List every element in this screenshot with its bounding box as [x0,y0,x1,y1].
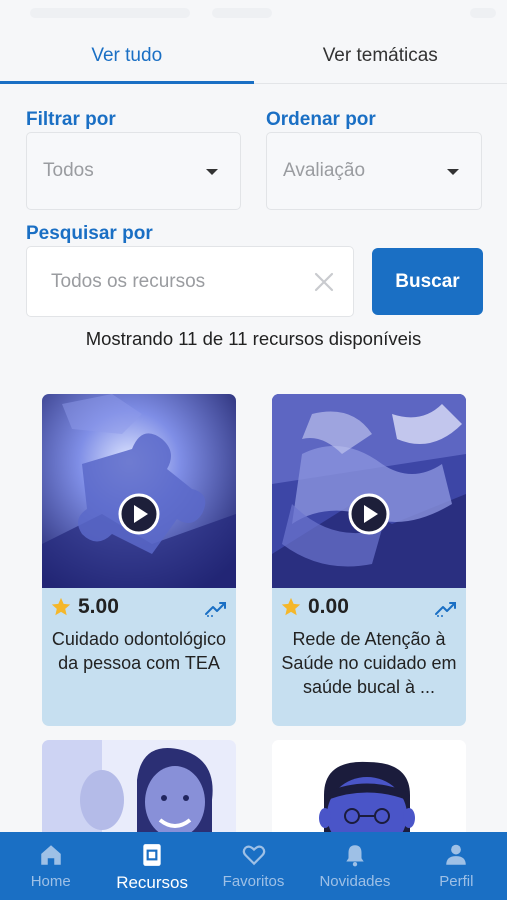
nav-favoritos-label: Favoritos [222,873,285,890]
filter-label: Filtrar por [26,109,116,130]
search-field [26,246,354,317]
results-count: Mostrando 11 de 11 recursos disponíveis [85,328,422,349]
clear-icon[interactable] [313,271,335,293]
status-bar [0,0,507,28]
nav-novidades[interactable]: Novidades [304,832,405,900]
sort-select[interactable]: Avaliação [266,132,482,210]
nav-home[interactable]: Home [0,832,101,900]
resource-title: Cuidado odontológico da pessoa com TEA [51,629,227,673]
heart-icon [242,845,265,866]
rating: 5.00 [50,594,119,620]
nav-novidades-label: Novidades [319,873,391,890]
view-tabs: Ver tudo Ver temáticas [0,28,507,84]
rating-value: 0.00 [308,595,349,618]
resource-card[interactable]: 5.00 Cuidado odontológico da pessoa com … [42,394,236,726]
tab-ver-tudo[interactable]: Ver tudo [0,28,254,84]
person-icon [446,844,467,865]
nav-perfil[interactable]: Perfil [406,832,507,900]
nav-favoritos[interactable]: Favoritos [203,832,304,900]
sort-label: Ordenar por [266,109,376,130]
home-icon [40,845,61,865]
chevron-down-icon [206,169,218,175]
star-icon [51,597,71,616]
sort-select-value: Avaliação [283,160,366,181]
trending-icon [435,602,456,617]
bottom-navigation: Home Recursos Favoritos Novidades Perfil [0,832,507,900]
resource-card-partial[interactable] [42,740,236,840]
battery-icon [470,8,496,18]
nav-home-label: Home [30,873,71,890]
resource-card-partial[interactable] [272,740,466,840]
puzzle-image [42,394,236,588]
resource-title: Rede de Atenção à Saúde no cuidado em sa… [281,629,457,697]
rating: 0.00 [280,594,349,620]
nav-recursos[interactable]: Recursos [101,832,202,900]
search-input[interactable] [51,247,301,316]
search-button[interactable]: Buscar [372,248,483,315]
status-time-placeholder [30,8,190,18]
nav-perfil-label: Perfil [439,873,474,890]
filter-select-value: Todos [43,160,94,181]
hands-image [272,394,466,588]
search-label: Pesquisar por [26,223,153,244]
resources-icon [143,844,161,866]
rating-value: 5.00 [78,595,119,618]
star-icon [281,597,301,616]
filter-select[interactable]: Todos [26,132,241,210]
resource-card[interactable]: 0.00 Rede de Atenção à Saúde no cuidado … [272,394,466,726]
bell-icon [346,845,364,867]
active-tab-indicator [0,81,254,84]
woman-smiling-image [42,740,236,840]
chevron-down-icon [447,169,459,175]
cartoon-face-image [272,740,466,840]
trending-icon [205,602,226,617]
status-notch-placeholder [212,8,272,18]
nav-recursos-label: Recursos [116,873,189,892]
tab-ver-tematicas[interactable]: Ver temáticas [254,28,507,84]
